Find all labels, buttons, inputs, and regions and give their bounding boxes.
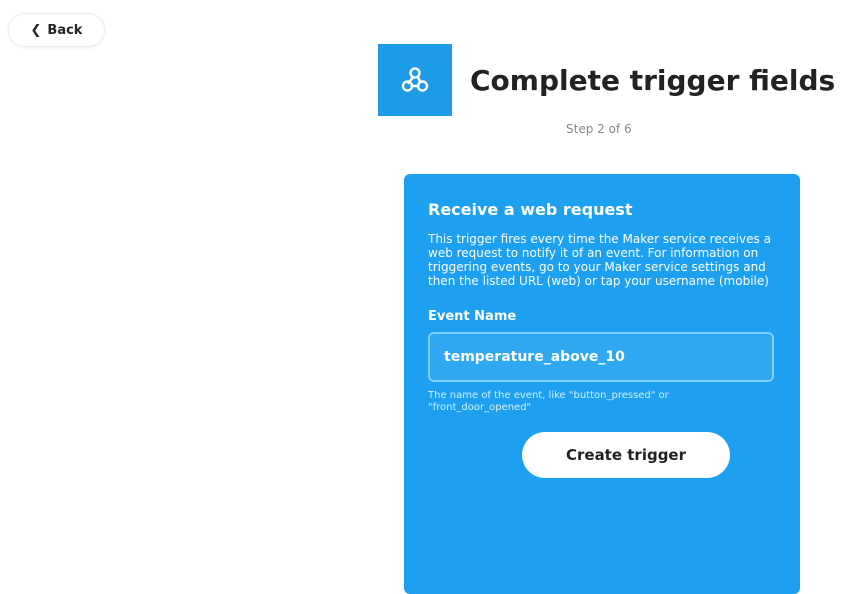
- card-description: This trigger fires every time the Maker …: [428, 232, 771, 289]
- event-name-label: Event Name: [428, 309, 517, 325]
- chevron-left-icon: ❮: [30, 22, 42, 38]
- step-indicator: Step 2 of 6: [566, 122, 632, 136]
- webhook-icon: [378, 44, 452, 116]
- trigger-card: Receive a web request This trigger fires…: [404, 174, 800, 594]
- back-button[interactable]: ❮ Back: [9, 14, 104, 46]
- card-title: Receive a web request: [428, 200, 633, 219]
- page-title: Complete trigger fields: [470, 64, 836, 97]
- event-name-input[interactable]: [428, 332, 774, 383]
- create-trigger-button[interactable]: Create trigger: [522, 432, 730, 479]
- event-name-help: The name of the event, like "button_pres…: [428, 390, 669, 414]
- back-label: Back: [47, 22, 83, 38]
